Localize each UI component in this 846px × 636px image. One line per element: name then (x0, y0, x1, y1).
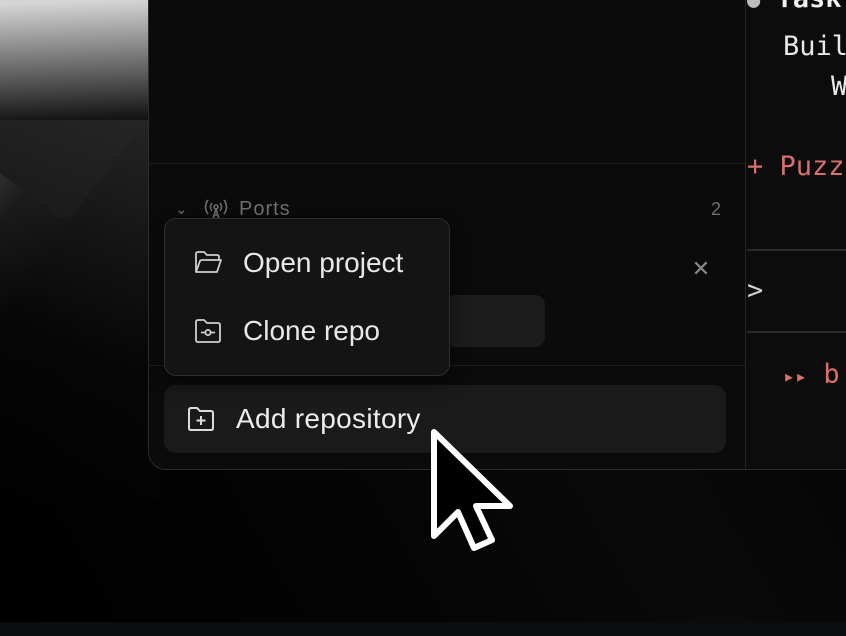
editor-line: ● Task (747, 0, 842, 14)
menu-item-clone-repo[interactable]: Clone repo (165, 301, 449, 361)
editor-separator (747, 331, 846, 333)
editor-separator (747, 249, 846, 251)
add-repository-menu: Open project Clone repo (164, 218, 450, 376)
editor-line-text: Task (777, 0, 842, 14)
folder-open-icon (195, 251, 222, 273)
editor-line: ▸▸ b (783, 359, 840, 390)
double-arrow-icon: ▸▸ (783, 364, 808, 388)
sidebar-divider (149, 163, 745, 164)
close-icon[interactable]: ✕ (691, 258, 711, 280)
menu-item-label: Open project (243, 247, 404, 278)
chevron-down-icon[interactable]: ⌄ (175, 200, 193, 218)
editor-line-text: b (823, 359, 840, 390)
prompt-symbol: > (747, 275, 764, 306)
folder-git-icon (195, 319, 221, 343)
folder-plus-icon (188, 407, 214, 431)
desktop-bottom-bar (0, 622, 846, 636)
editor-line: + Puzz (747, 151, 845, 182)
add-repository-label: Add repository (236, 403, 421, 434)
editor-line: Buil (783, 31, 846, 62)
ports-count: 2 (710, 198, 721, 219)
desktop-shadow (0, 120, 160, 500)
mouse-cursor-icon (431, 429, 513, 551)
menu-item-label: Clone repo (243, 315, 380, 346)
editor-line-text: Puzz (779, 151, 845, 182)
plus-icon: + (747, 151, 764, 182)
hidden-button-background (445, 295, 545, 347)
editor-pane: ● Task Buil W + Puzz > ▸▸ b (747, 0, 846, 469)
editor-line: W (831, 71, 846, 102)
antenna-icon (204, 199, 228, 220)
bullet-icon: ● (747, 0, 761, 13)
menu-item-open-project[interactable]: Open project (165, 233, 449, 293)
